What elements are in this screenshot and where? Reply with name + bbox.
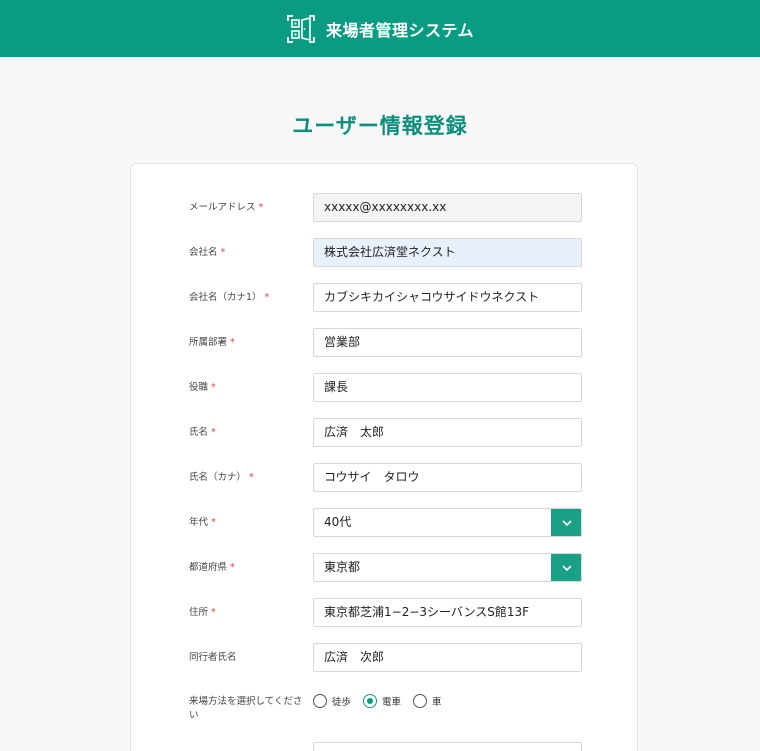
next-row bbox=[131, 742, 639, 751]
prefecture-row: 都道府県 * 東京都 bbox=[131, 553, 639, 582]
chevron-down-icon bbox=[561, 564, 572, 571]
company-kana-field[interactable]: カブシキカイシャコウサイドウネクスト bbox=[313, 283, 582, 312]
department-field[interactable]: 営業部 bbox=[313, 328, 582, 357]
app-header: 来場者管理システム bbox=[0, 0, 760, 57]
visit-method-radio-group: 徒歩 電車 車 bbox=[313, 694, 454, 708]
company-row: 会社名 * 株式会社広済堂ネクスト bbox=[131, 238, 639, 267]
department-row: 所属部署 * 営業部 bbox=[131, 328, 639, 357]
name-kana-label: 氏名（カナ） bbox=[189, 472, 247, 483]
email-field[interactable]: xxxxx@xxxxxxxx.xx bbox=[313, 193, 582, 222]
email-row: メールアドレス * xxxxx@xxxxxxxx.xx bbox=[131, 193, 639, 222]
required-mark: * bbox=[211, 382, 216, 393]
position-field[interactable]: 課長 bbox=[313, 373, 582, 402]
name-kana-field[interactable]: コウサイ タロウ bbox=[313, 463, 582, 492]
age-label: 年代 bbox=[189, 517, 209, 528]
radio-label: 電車 bbox=[382, 697, 402, 708]
name-field[interactable]: 広済 太郎 bbox=[313, 418, 582, 447]
address-field[interactable]: 東京都芝浦1−2−3シーバンスS館13F bbox=[313, 598, 582, 627]
required-mark: * bbox=[230, 562, 235, 573]
chevron-down-icon bbox=[561, 519, 572, 526]
age-select[interactable]: 40代 bbox=[313, 508, 582, 537]
visit-method-option-car[interactable]: 車 bbox=[413, 694, 442, 708]
app-name: 来場者管理システム bbox=[325, 20, 475, 40]
name-label: 氏名 bbox=[189, 427, 209, 438]
position-row: 役職 * 課長 bbox=[131, 373, 639, 402]
prefecture-dropdown-button[interactable] bbox=[551, 554, 581, 581]
prefecture-label: 都道府県 bbox=[189, 562, 228, 573]
next-field[interactable] bbox=[313, 742, 582, 751]
name-row: 氏名 * 広済 太郎 bbox=[131, 418, 639, 447]
companion-field[interactable]: 広済 次郎 bbox=[313, 643, 582, 672]
department-label: 所属部署 bbox=[189, 337, 228, 348]
radio-button[interactable] bbox=[313, 694, 327, 708]
required-mark: * bbox=[258, 202, 264, 213]
company-label: 会社名 bbox=[189, 247, 218, 258]
address-label: 住所 bbox=[189, 607, 209, 618]
visit-method-option-walk[interactable]: 徒歩 bbox=[313, 694, 351, 708]
prefecture-select-value: 東京都 bbox=[324, 560, 361, 574]
required-mark: * bbox=[220, 247, 226, 258]
age-row: 年代 * 40代 bbox=[131, 508, 639, 537]
required-mark: * bbox=[211, 607, 216, 618]
required-mark: * bbox=[249, 472, 254, 483]
radio-label: 徒歩 bbox=[332, 697, 352, 708]
companion-label: 同行者氏名 bbox=[189, 652, 237, 663]
required-mark: * bbox=[230, 337, 235, 348]
visit-method-label: 来場方法を選択してください bbox=[189, 696, 303, 721]
company-field[interactable]: 株式会社広済堂ネクスト bbox=[313, 238, 582, 267]
visit-method-option-train[interactable]: 電車 bbox=[363, 694, 401, 708]
name-kana-row: 氏名（カナ） * コウサイ タロウ bbox=[131, 463, 639, 492]
required-mark: * bbox=[211, 517, 216, 528]
page-title: ユーザー情報登録 bbox=[292, 114, 468, 138]
registration-form: メールアドレス * xxxxx@xxxxxxxx.xx 会社名 * 株式会社広済堂ネ… bbox=[130, 163, 638, 751]
visit-method-row: 来場方法を選択してください 徒歩 電車 車 bbox=[131, 693, 639, 725]
position-label: 役職 bbox=[189, 382, 209, 393]
companion-row: 同行者氏名 広済 次郎 bbox=[131, 643, 639, 672]
brand: 来場者管理システム bbox=[286, 14, 474, 44]
email-label: メールアドレス bbox=[189, 202, 256, 213]
prefecture-select[interactable]: 東京都 bbox=[313, 553, 582, 582]
company-kana-row: 会社名（カナ1） * カブシキカイシャコウサイドウネクスト bbox=[131, 283, 639, 312]
radio-button[interactable] bbox=[413, 694, 428, 708]
radio-label: 車 bbox=[432, 697, 442, 708]
address-row: 住所 * 東京都芝浦1−2−3シーバンスS館13F bbox=[131, 598, 639, 627]
company-kana-label: 会社名（カナ1） bbox=[189, 292, 262, 303]
age-select-value: 40代 bbox=[324, 515, 352, 529]
required-mark: * bbox=[264, 292, 270, 303]
radio-button-selected[interactable] bbox=[363, 694, 378, 708]
qr-door-icon bbox=[287, 14, 315, 43]
required-mark: * bbox=[211, 427, 216, 438]
age-dropdown-button[interactable] bbox=[551, 509, 581, 536]
